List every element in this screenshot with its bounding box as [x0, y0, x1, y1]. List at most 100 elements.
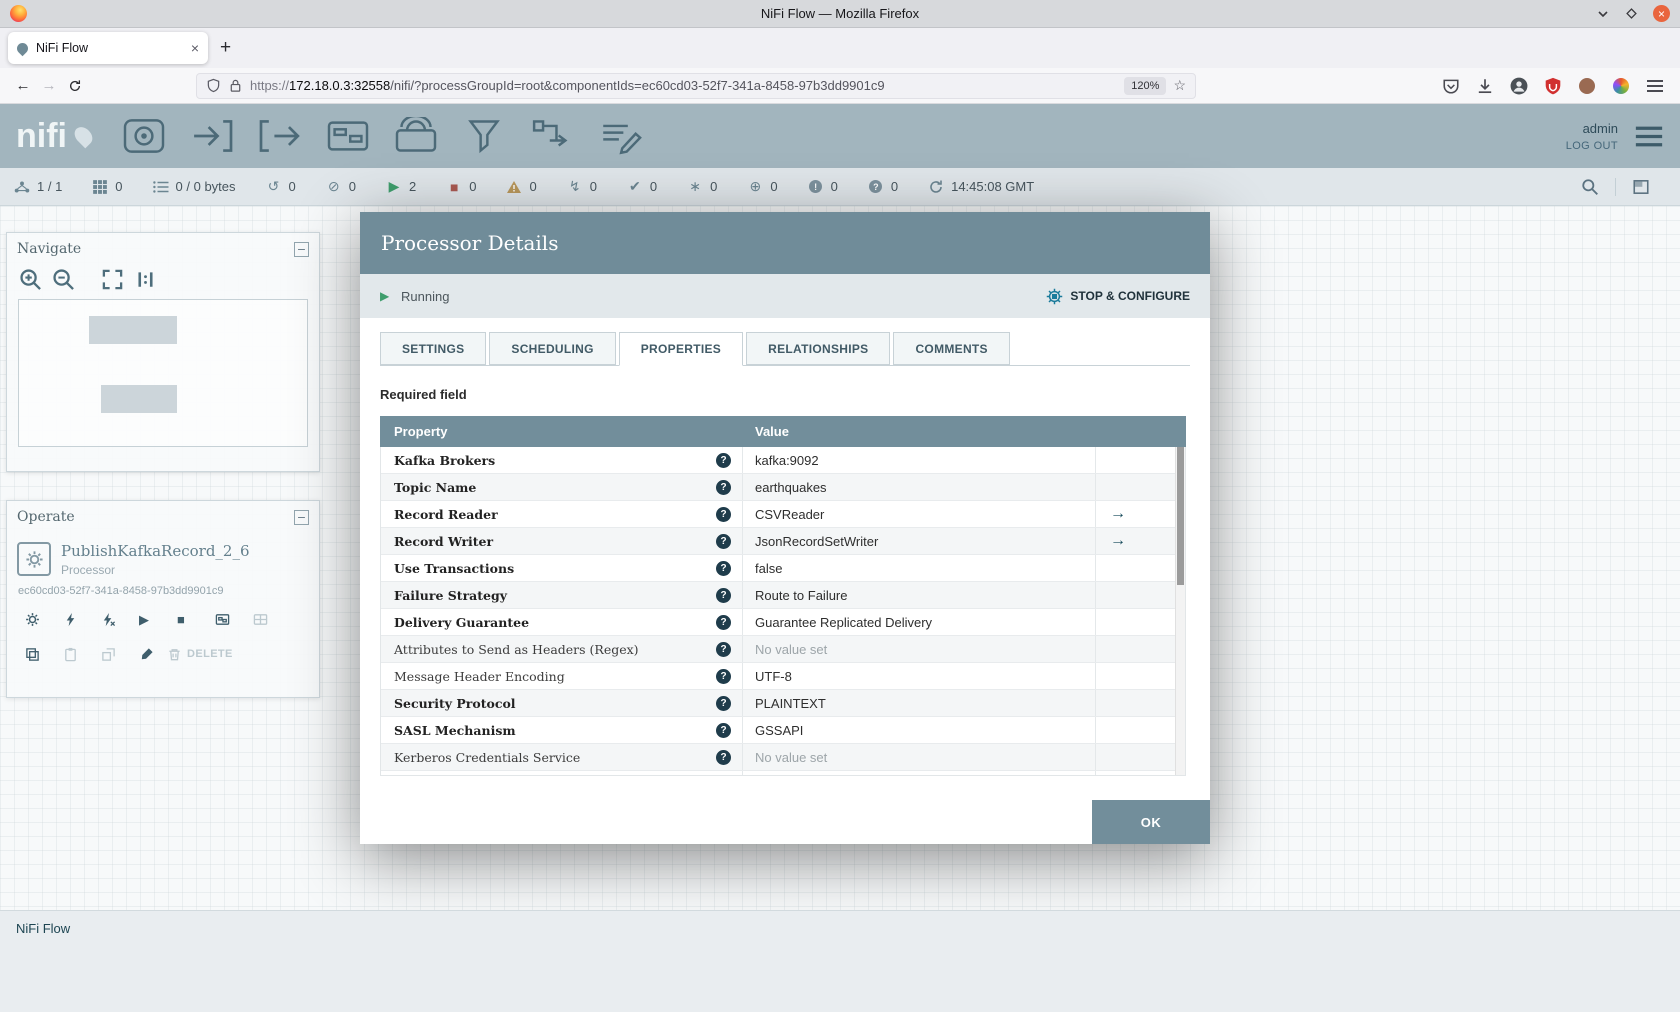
help-icon[interactable]: ?	[716, 695, 731, 711]
menu-icon[interactable]	[1646, 77, 1664, 95]
global-menu-button[interactable]	[1634, 125, 1664, 148]
nifi-header: nifi admin LOG OUT	[0, 104, 1680, 168]
processor-component[interactable]	[121, 117, 167, 155]
url-bar[interactable]: https://172.18.0.3:32558/nifi/?processGr…	[196, 72, 1196, 99]
paste-button[interactable]	[53, 641, 88, 667]
table-scrollbar[interactable]	[1175, 447, 1185, 775]
delete-button[interactable]: DELETE	[167, 641, 233, 667]
stop-button[interactable]: ■	[167, 606, 202, 632]
zoom-out-button[interactable]	[52, 268, 75, 291]
sync-failure-icon: ?	[868, 179, 884, 195]
locally-modified-stale-icon: !	[808, 179, 824, 195]
dialog-tab[interactable]: RELATIONSHIPS	[746, 332, 891, 365]
process-group-component[interactable]	[325, 117, 371, 155]
start-button[interactable]: ▶	[129, 606, 164, 632]
help-icon[interactable]: ?	[716, 587, 731, 603]
lock-icon[interactable]	[228, 78, 243, 93]
funnel-component[interactable]	[461, 117, 507, 155]
property-row: Record Writer ? JsonRecordSetWriter →	[381, 528, 1185, 555]
property-row: Record Reader ? CSVReader →	[381, 501, 1185, 528]
back-button[interactable]: ←	[10, 73, 36, 99]
ublock-icon[interactable]	[1544, 77, 1562, 95]
help-icon[interactable]: ?	[716, 506, 731, 522]
help-icon[interactable]: ?	[716, 614, 731, 630]
nifi-drop-icon	[71, 123, 96, 149]
extension-avatar-icon[interactable]	[1578, 77, 1596, 95]
dialog-tab[interactable]: SCHEDULING	[489, 332, 616, 365]
ungroup-button[interactable]	[243, 606, 278, 632]
dialog-tab[interactable]: PROPERTIES	[618, 332, 744, 366]
account-icon[interactable]	[1510, 77, 1528, 95]
enable-button[interactable]	[53, 606, 88, 632]
group-button[interactable]	[205, 606, 240, 632]
zoom-fit-icon	[101, 268, 124, 291]
help-icon[interactable]: ?	[716, 722, 731, 738]
birdseye-minimap[interactable]	[18, 299, 308, 447]
output-port-component[interactable]	[257, 117, 303, 155]
zoom-indicator[interactable]: 120%	[1124, 76, 1167, 95]
help-icon[interactable]: ?	[716, 479, 731, 495]
transmitting-count: ↺ 0	[266, 178, 296, 195]
to-front-icon	[101, 647, 116, 662]
pocket-icon[interactable]	[1442, 77, 1460, 95]
transmitting-icon: ↺	[267, 178, 280, 194]
property-row: Attributes to Send as Headers (Regex) ? …	[381, 636, 1185, 663]
scrollbar-thumb[interactable]	[1177, 447, 1184, 585]
template-component[interactable]	[529, 117, 575, 155]
bookmark-star-icon[interactable]: ☆	[1173, 77, 1186, 94]
collapse-operate-button[interactable]: −	[294, 509, 309, 525]
downloads-icon[interactable]	[1476, 77, 1494, 95]
zoom-in-icon	[19, 268, 42, 291]
dialog-tab[interactable]: SETTINGS	[380, 332, 487, 365]
copy-button[interactable]	[15, 641, 50, 667]
birdseye-icon	[1632, 178, 1650, 196]
property-row: Failure Strategy ? Route to Failure	[381, 582, 1185, 609]
breadcrumb-nifi-flow[interactable]: NiFi Flow	[16, 921, 70, 936]
minimap-processor-block	[89, 316, 177, 344]
go-to-service-icon[interactable]: →	[1110, 532, 1126, 550]
new-tab-button[interactable]: +	[220, 37, 231, 59]
maximize-button[interactable]	[1624, 6, 1639, 21]
go-to-service-icon[interactable]: →	[1110, 505, 1126, 523]
zoom-fit-button[interactable]	[101, 268, 124, 291]
forward-button[interactable]: →	[36, 73, 62, 99]
help-icon[interactable]: ?	[716, 533, 731, 549]
up-to-date-count: ✔ 0	[627, 178, 657, 195]
browser-tab[interactable]: NiFi Flow ×	[8, 32, 208, 64]
help-icon[interactable]: ?	[716, 452, 731, 468]
navigation-toolbar: ← → https://172.18.0.3:32558/nifi/?proce…	[0, 68, 1680, 104]
birdseye-toggle-icon[interactable]	[1615, 177, 1666, 196]
change-color-button[interactable]	[129, 641, 164, 667]
help-icon[interactable]: ?	[716, 749, 731, 765]
dialog-tab[interactable]: COMMENTS	[893, 332, 1010, 365]
remote-process-group-icon	[393, 117, 439, 155]
extension-pinwheel-icon[interactable]	[1612, 77, 1630, 95]
stop-configure-button[interactable]: STOP & CONFIGURE	[1046, 288, 1190, 305]
help-icon[interactable]: ?	[716, 668, 731, 684]
nifi-logo: nifi	[16, 119, 96, 153]
move-to-front-button[interactable]	[91, 641, 126, 667]
reload-button[interactable]	[62, 73, 88, 99]
ok-button[interactable]: OK	[1092, 800, 1210, 844]
remote-process-group-component[interactable]	[393, 117, 439, 155]
stopped-icon: ■	[449, 178, 459, 195]
help-icon[interactable]: ?	[716, 641, 731, 657]
zoom-in-button[interactable]	[19, 268, 42, 291]
logout-link[interactable]: LOG OUT	[1566, 140, 1618, 152]
input-port-component[interactable]	[189, 117, 235, 155]
search-icon[interactable]	[1581, 178, 1599, 196]
close-button[interactable]: ×	[1653, 5, 1670, 22]
stale-count: ⊕ 0	[747, 178, 778, 195]
disable-button[interactable]	[91, 606, 126, 632]
minimize-button[interactable]	[1595, 6, 1610, 21]
close-tab-icon[interactable]: ×	[191, 40, 199, 56]
collapse-navigate-button[interactable]: −	[294, 241, 309, 257]
not-transmitting-icon: ⊘	[327, 178, 340, 194]
window-title: NiFi Flow — Mozilla Firefox	[760, 6, 920, 21]
shield-icon[interactable]	[206, 78, 221, 93]
brush-icon	[139, 647, 154, 662]
help-icon[interactable]: ?	[716, 560, 731, 576]
zoom-actual-button[interactable]	[134, 268, 157, 291]
configure-button[interactable]	[15, 606, 50, 632]
label-component[interactable]	[597, 117, 643, 155]
